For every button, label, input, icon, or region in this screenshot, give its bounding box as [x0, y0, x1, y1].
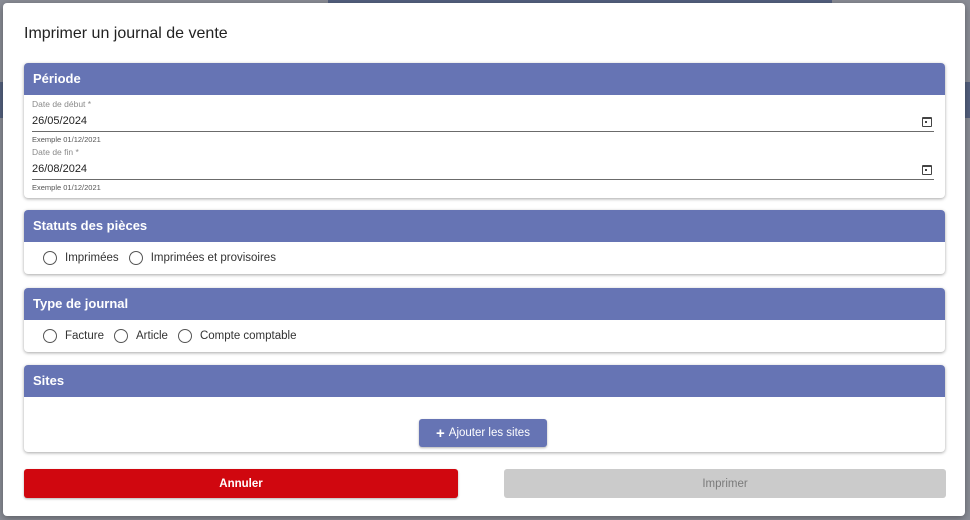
- radio-facture[interactable]: Facture: [43, 329, 104, 343]
- type-journal-options: Facture Article Compte comptable: [24, 320, 945, 352]
- sites-card: Sites + Ajouter les sites: [24, 365, 945, 452]
- periode-card: Période Date de début * 26/05/2024 Exemp…: [24, 63, 945, 198]
- radio-imprimees[interactable]: Imprimées: [43, 251, 119, 265]
- plus-icon: +: [436, 424, 445, 442]
- statuts-header: Statuts des pièces: [24, 210, 945, 242]
- radio-imprimees-provisoires[interactable]: Imprimées et provisoires: [128, 251, 276, 265]
- start-date-hint: Exemple 01/12/2021: [32, 135, 101, 144]
- print-button[interactable]: Imprimer: [504, 469, 946, 498]
- cancel-button[interactable]: Annuler: [24, 469, 458, 498]
- radio-label: Compte comptable: [199, 330, 297, 342]
- type-journal-header: Type de journal: [24, 288, 945, 320]
- sites-body: + Ajouter les sites: [24, 397, 945, 452]
- periode-header: Période: [24, 63, 945, 95]
- start-date-input[interactable]: 26/05/2024: [32, 111, 934, 132]
- add-sites-button[interactable]: + Ajouter les sites: [419, 419, 547, 447]
- statuts-card: Statuts des pièces Imprimées Imprimées e…: [24, 210, 945, 274]
- radio-circle[interactable]: [43, 329, 57, 343]
- sites-header: Sites: [24, 365, 945, 397]
- radio-label: Article: [136, 330, 168, 342]
- print-sales-journal-dialog: Imprimer un journal de vente Période Dat…: [3, 3, 965, 516]
- add-sites-label: Ajouter les sites: [448, 427, 530, 439]
- type-journal-card: Type de journal Facture Article Compte c…: [24, 288, 945, 352]
- statuts-options: Imprimées Imprimées et provisoires: [24, 242, 945, 274]
- radio-label: Imprimées et provisoires: [150, 252, 276, 264]
- radio-label: Facture: [65, 330, 104, 342]
- radio-circle[interactable]: [43, 251, 57, 265]
- radio-label: Imprimées: [65, 252, 119, 264]
- end-date-label: Date de fin *: [32, 147, 79, 157]
- start-date-label: Date de début *: [32, 99, 92, 109]
- end-date-field: Date de fin * 26/08/2024 Exemple 01/12/2…: [32, 146, 934, 198]
- start-date-value: 26/05/2024: [32, 115, 88, 127]
- end-date-value: 26/08/2024: [32, 163, 88, 175]
- dialog-title: Imprimer un journal de vente: [24, 25, 228, 42]
- start-date-field: Date de début * 26/05/2024 Exemple 01/12…: [32, 95, 934, 146]
- radio-circle[interactable]: [177, 329, 192, 343]
- radio-circle[interactable]: [114, 329, 128, 343]
- radio-article[interactable]: Article: [114, 329, 168, 343]
- radio-compte-comptable[interactable]: Compte comptable: [177, 329, 297, 343]
- radio-circle[interactable]: [128, 251, 143, 265]
- end-date-hint: Exemple 01/12/2021: [32, 183, 101, 192]
- end-date-input[interactable]: 26/08/2024: [32, 159, 934, 180]
- calendar-icon[interactable]: [922, 116, 932, 127]
- calendar-icon[interactable]: [922, 164, 932, 175]
